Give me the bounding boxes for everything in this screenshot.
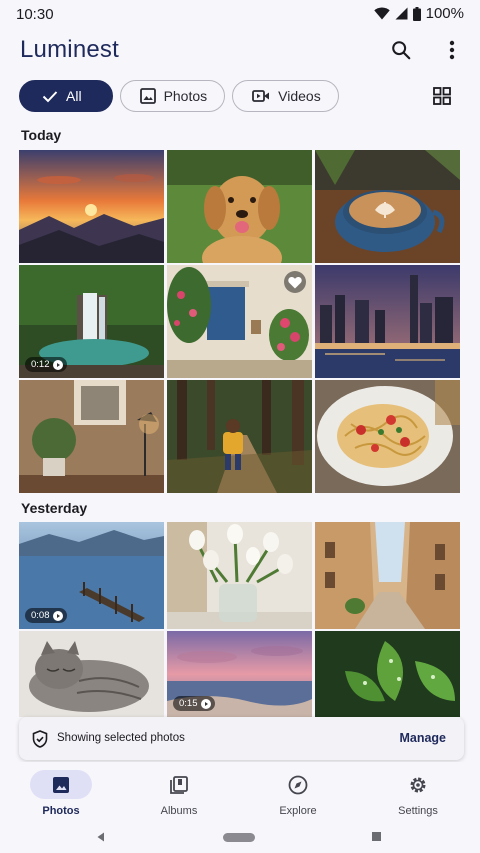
photo-thumbnail[interactable] bbox=[167, 150, 312, 263]
battery-icon bbox=[412, 6, 421, 21]
battery-level: 100% bbox=[425, 5, 464, 22]
photo-thumbnail[interactable] bbox=[167, 265, 312, 378]
nav-icon-holder bbox=[148, 770, 210, 799]
photo-thumbnail[interactable]: 0:15 bbox=[167, 631, 312, 717]
photo-thumbnail[interactable] bbox=[19, 150, 164, 263]
albums-icon bbox=[170, 775, 188, 794]
favorite-button[interactable] bbox=[284, 271, 306, 293]
photo-thumbnail[interactable] bbox=[315, 380, 460, 493]
play-icon bbox=[52, 359, 63, 370]
white-tulips-image bbox=[167, 522, 312, 629]
old-town-street-image bbox=[315, 522, 460, 629]
more-vert-icon bbox=[449, 40, 455, 60]
chip-all-label: All bbox=[66, 88, 82, 104]
pasta-dish-image bbox=[315, 380, 460, 493]
child-forest-path-image bbox=[167, 380, 312, 493]
home-pill[interactable] bbox=[223, 833, 255, 842]
search-icon bbox=[392, 41, 411, 60]
chip-photos[interactable]: Photos bbox=[119, 80, 226, 112]
section-title-yesterday: Yesterday bbox=[21, 500, 88, 516]
nav-label-explore: Explore bbox=[279, 805, 317, 817]
nav-item-settings[interactable]: Settings bbox=[376, 766, 468, 822]
photo-icon bbox=[53, 776, 69, 793]
heart-icon bbox=[288, 276, 302, 288]
photo-thumbnail[interactable] bbox=[167, 380, 312, 493]
grid-view-icon bbox=[433, 87, 451, 105]
video-duration: 0:08 bbox=[31, 610, 50, 621]
latte-coffee-image bbox=[315, 150, 460, 263]
snackbar-manage-button[interactable]: Manage bbox=[399, 731, 446, 745]
app-bar: Luminest bbox=[0, 30, 480, 74]
photo-thumbnail[interactable] bbox=[167, 522, 312, 629]
photo-thumbnail[interactable]: 0:08 bbox=[19, 522, 164, 629]
nav-item-photos[interactable]: Photos bbox=[19, 766, 111, 822]
recents-icon[interactable] bbox=[372, 832, 381, 841]
chip-photos-label: Photos bbox=[163, 88, 208, 104]
nav-label-settings: Settings bbox=[398, 805, 438, 817]
system-navigation-bar bbox=[0, 824, 480, 853]
nav-active-indicator bbox=[30, 770, 92, 799]
photo-thumbnail[interactable] bbox=[19, 631, 164, 717]
video-duration: 0:15 bbox=[179, 698, 198, 709]
nav-icon-holder bbox=[267, 770, 329, 799]
sunset-mountains-image bbox=[19, 150, 164, 263]
back-icon[interactable] bbox=[97, 832, 105, 842]
shield-icon bbox=[32, 730, 48, 748]
signal-icon bbox=[395, 7, 408, 20]
nav-item-explore[interactable]: Explore bbox=[256, 766, 348, 822]
snackbar: Showing selected photos Manage bbox=[19, 717, 464, 760]
green-leaves-image bbox=[315, 631, 460, 717]
status-time: 10:30 bbox=[16, 6, 54, 23]
status-bar: 10:30 100% bbox=[0, 0, 480, 28]
video-icon bbox=[252, 90, 270, 102]
filter-chips: All Photos Videos bbox=[19, 80, 339, 114]
video-duration-badge: 0:15 bbox=[173, 696, 215, 711]
photo-thumbnail[interactable]: 0:12 bbox=[19, 265, 164, 378]
video-duration: 0:12 bbox=[31, 359, 50, 370]
sleeping-cat-image bbox=[19, 631, 164, 717]
video-duration-badge: 0:12 bbox=[25, 357, 67, 372]
status-icons: 100% bbox=[373, 5, 464, 22]
play-icon bbox=[200, 698, 211, 709]
search-button[interactable] bbox=[383, 32, 419, 68]
photo-thumbnail[interactable] bbox=[315, 150, 460, 263]
living-room-lamp-image bbox=[19, 380, 164, 493]
more-options-button[interactable] bbox=[434, 32, 470, 68]
photo-thumbnail[interactable] bbox=[315, 631, 460, 717]
photo-thumbnail[interactable] bbox=[19, 380, 164, 493]
grid-view-button[interactable] bbox=[424, 78, 460, 114]
chip-videos[interactable]: Videos bbox=[232, 80, 339, 112]
nav-item-albums[interactable]: Albums bbox=[137, 766, 229, 822]
app-title: Luminest bbox=[20, 36, 119, 63]
video-duration-badge: 0:08 bbox=[25, 608, 67, 623]
photo-thumbnail[interactable] bbox=[315, 265, 460, 378]
nav-label-albums: Albums bbox=[160, 805, 198, 817]
nav-label-photos: Photos bbox=[42, 805, 80, 817]
golden-retriever-image bbox=[167, 150, 312, 263]
city-skyline-image bbox=[315, 265, 460, 378]
settings-icon bbox=[410, 777, 426, 792]
wifi-icon bbox=[373, 7, 390, 20]
section-title-today: Today bbox=[21, 127, 62, 143]
snackbar-message: Showing selected photos bbox=[57, 732, 185, 744]
nav-icon-holder bbox=[387, 770, 449, 799]
photo-thumbnail[interactable] bbox=[315, 522, 460, 629]
chip-videos-label: Videos bbox=[278, 88, 321, 104]
image-icon bbox=[139, 88, 156, 104]
bottom-navigation: Photos Albums Explore Settings bbox=[0, 762, 480, 824]
play-icon bbox=[52, 610, 63, 621]
explore-icon bbox=[288, 775, 308, 794]
chip-all[interactable]: All bbox=[19, 80, 113, 112]
check-icon bbox=[42, 90, 58, 102]
